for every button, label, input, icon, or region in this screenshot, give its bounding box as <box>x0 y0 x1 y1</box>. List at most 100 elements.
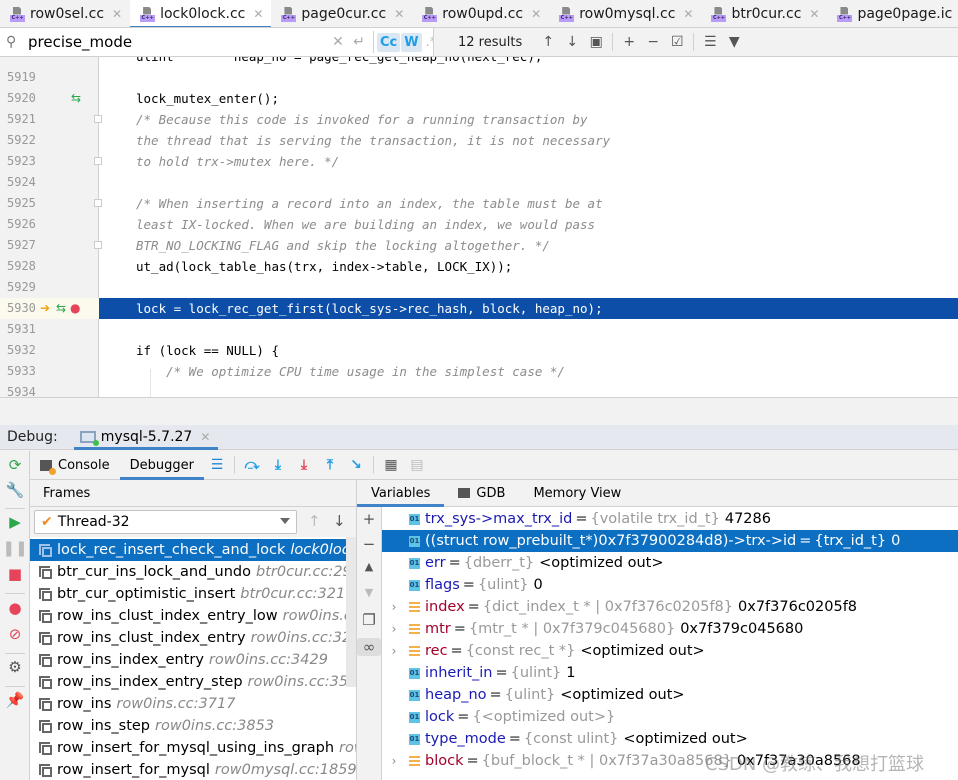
code-line: 5931 <box>0 319 958 340</box>
chevron-right-icon[interactable]: › <box>386 622 402 636</box>
stack-frame[interactable]: row_insert_for_mysql_using_ins_graphrow <box>30 737 356 759</box>
filter-icon[interactable]: ▼ <box>722 34 746 50</box>
mute-breakpoints-icon[interactable]: ⊘ <box>0 625 30 643</box>
tab-debugger[interactable]: Debugger <box>119 451 205 480</box>
variable-row[interactable]: 01 err = {dberr_t} <optimized out> <box>382 552 958 574</box>
remove-occurrence-icon[interactable]: − <box>641 34 665 50</box>
tab-page0page[interactable]: C++page0page.ic✕ <box>827 0 958 27</box>
frames-list[interactable]: lock_rec_insert_check_and_locklock0lock.… <box>30 537 356 780</box>
clear-search-icon[interactable]: ✕ <box>328 34 348 50</box>
remove-watch-icon[interactable]: − <box>357 535 381 553</box>
close-icon[interactable]: ✕ <box>531 7 541 21</box>
run-to-cursor-icon[interactable]: ↘ <box>343 457 369 473</box>
add-watch-icon[interactable]: + <box>357 510 381 528</box>
pause-icon[interactable]: ❚❚ <box>0 539 30 557</box>
move-down-icon[interactable]: ▼ <box>357 586 381 599</box>
step-out-icon[interactable]: ⤒ <box>317 457 343 473</box>
stack-frame[interactable]: lock_rec_insert_check_and_locklock0lock.… <box>30 539 356 561</box>
match-case-toggle[interactable]: Cc <box>377 32 401 52</box>
force-step-into-icon[interactable]: ⤓ <box>291 457 317 473</box>
close-icon[interactable]: ✕ <box>683 7 693 21</box>
fold-marker-icon[interactable] <box>94 199 102 207</box>
breakpoint-icon[interactable]: ● <box>70 298 80 319</box>
thread-dropdown[interactable]: ✔ Thread-32 <box>34 510 297 534</box>
stack-frame[interactable]: btr_cur_optimistic_insert btr0cur.cc:3210 <box>30 583 356 605</box>
tab-page0cur[interactable]: C++ page0cur.cc ✕ <box>271 0 412 27</box>
find-input[interactable] <box>28 33 318 51</box>
variable-row[interactable]: 01 lock = {<optimized out>} <box>382 706 958 728</box>
trace-icon[interactable]: ▤ <box>404 457 430 473</box>
settings-icon[interactable]: ⚙ <box>0 658 30 676</box>
tab-lock0lock[interactable]: C++ lock0lock.cc ✕ <box>130 0 272 27</box>
find-in-window-icon[interactable]: ▣ <box>584 34 608 50</box>
tab-gdb[interactable]: GDB <box>444 480 519 507</box>
variable-row[interactable]: 01 heap_no = {ulint} <optimized out> <box>382 684 958 706</box>
close-icon[interactable]: ✕ <box>112 7 122 21</box>
variable-value: 1 <box>566 665 576 681</box>
fold-marker-icon[interactable] <box>94 115 102 123</box>
variable-row[interactable]: 01 trx_sys->max_trx_id = {volatile trx_id_t… <box>382 508 958 530</box>
select-all-occurrences-icon[interactable]: ☑ <box>665 34 689 50</box>
chevron-right-icon[interactable]: › <box>386 644 402 658</box>
variable-row[interactable]: › rec = {const rec_t *} <optimized out> <box>382 640 958 662</box>
variables-tree[interactable]: 01 trx_sys->max_trx_id = {volatile trx_id_t… <box>382 507 958 780</box>
next-occurrence-icon[interactable]: ↓ <box>560 34 584 50</box>
tab-btr0cur[interactable]: C++ btr0cur.cc ✕ <box>701 0 827 27</box>
frames-scrollbar[interactable] <box>346 537 356 687</box>
close-icon[interactable]: ✕ <box>200 430 210 444</box>
next-frame-icon[interactable]: ↓ <box>333 512 346 530</box>
stack-frame[interactable]: row_ins row0ins.cc:3717 <box>30 693 356 715</box>
previous-occurrence-icon[interactable]: ↑ <box>536 34 560 50</box>
search-icon[interactable]: ⚲ <box>6 34 26 50</box>
tab-row0sel[interactable]: C++ row0sel.cc ✕ <box>0 0 130 27</box>
variable-row[interactable]: 01 inherit_in = {ulint} 1 <box>382 662 958 684</box>
resume-icon[interactable]: ▶ <box>0 513 30 531</box>
tab-console[interactable]: Console <box>30 451 120 480</box>
fold-marker-icon[interactable] <box>94 157 102 165</box>
code-editor[interactable]: ulint heap_no = page_rec_get_heap_no(nex… <box>0 57 958 398</box>
view-breakpoints-icon[interactable]: ● <box>0 599 30 617</box>
step-into-icon[interactable]: ⤓ <box>265 457 291 473</box>
close-icon[interactable]: ✕ <box>394 7 404 21</box>
stack-frame[interactable]: row_ins_index_entry row0ins.cc:3429 <box>30 649 356 671</box>
tab-row0upd[interactable]: C++ row0upd.cc ✕ <box>412 0 549 27</box>
stop-icon[interactable]: ■ <box>0 565 30 583</box>
add-occurrence-icon[interactable]: + <box>617 34 641 50</box>
execution-point-icon[interactable]: ➔ <box>40 298 50 319</box>
search-options-icon[interactable]: ☰ <box>698 34 722 50</box>
show-watches-icon[interactable]: ∞ <box>357 638 381 656</box>
tab-row0mysql[interactable]: C++ row0mysql.cc ✕ <box>549 0 701 27</box>
debug-session-tab[interactable]: mysql-5.7.27 ✕ <box>73 425 219 450</box>
close-icon[interactable]: ✕ <box>253 7 263 21</box>
variable-row[interactable]: 01 type_mode = {const ulint} <optimized out> <box>382 728 958 750</box>
fold-marker-icon[interactable] <box>94 241 102 249</box>
disassembly-link-icon[interactable]: ⇆ <box>71 88 81 109</box>
stack-frame[interactable]: btr_cur_ins_lock_and_undobtr0cur.cc:2971 <box>30 561 356 583</box>
previous-frame-icon[interactable]: ↑ <box>308 512 321 530</box>
variable-row[interactable]: 01 flags = {ulint} 0 <box>382 574 958 596</box>
layout-icon[interactable]: ☰ <box>204 457 230 473</box>
pin-icon[interactable]: 📌 <box>0 691 30 709</box>
wrench-icon[interactable]: 🔧 <box>0 481 30 499</box>
stack-frame[interactable]: row_ins_step row0ins.cc:3853 <box>30 715 356 737</box>
step-over-icon[interactable]: ⤼ <box>239 457 265 473</box>
stack-frame[interactable]: row_ins_clust_index_entryrow0ins.cc:3293 <box>30 627 356 649</box>
stack-frame[interactable]: row_ins_clust_index_entry_lowrow0ins.cc:… <box>30 605 356 627</box>
chevron-right-icon[interactable]: › <box>386 600 402 614</box>
variable-row[interactable]: › index = {dict_index_t * | 0x7f376c0205f8}… <box>382 596 958 618</box>
variable-row[interactable]: › mtr = {mtr_t * | 0x7f379c045680} 0x7f379c0… <box>382 618 958 640</box>
variable-row[interactable]: 01 ((struct row_prebuilt_t*)0x7f37900284d… <box>382 530 958 552</box>
stack-frame[interactable]: row_ins_index_entry_step row0ins.cc:3579 <box>30 671 356 693</box>
rerun-icon[interactable]: ⟳ <box>0 456 30 474</box>
multiline-icon[interactable]: ↵ <box>348 34 370 50</box>
close-icon[interactable]: ✕ <box>809 7 819 21</box>
copy-watch-icon[interactable]: ❐ <box>357 611 381 629</box>
evaluate-expression-icon[interactable]: ▦ <box>378 457 404 473</box>
disassembly-link-icon[interactable]: ⇆ <box>56 298 66 319</box>
whole-words-toggle[interactable]: W <box>401 32 422 52</box>
tab-memory-view[interactable]: Memory View <box>519 480 635 507</box>
tab-variables[interactable]: Variables <box>357 480 445 507</box>
stack-frame[interactable]: row_insert_for_mysql row0mysql.cc:1859 <box>30 759 356 780</box>
chevron-right-icon[interactable]: › <box>386 754 402 768</box>
move-up-icon[interactable]: ▲ <box>357 560 381 573</box>
